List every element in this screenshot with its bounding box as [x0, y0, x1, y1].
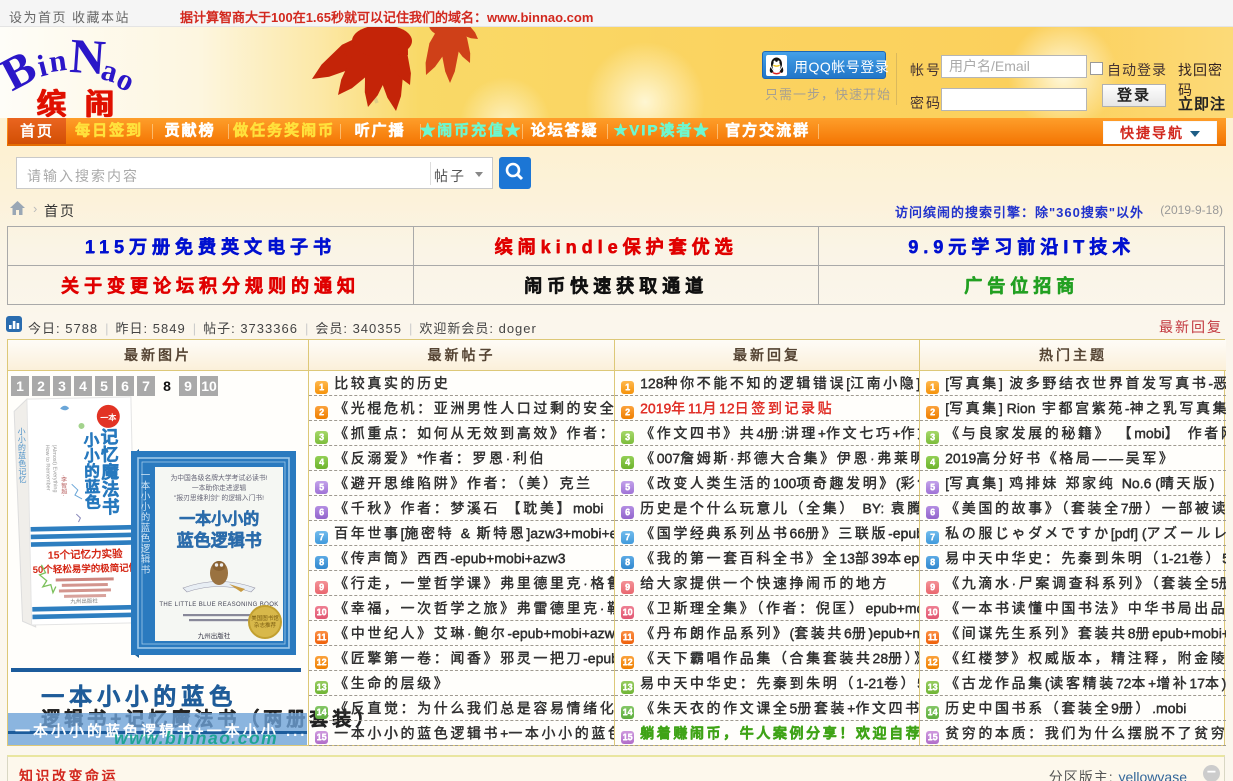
svg-text:一本小小的: 一本小小的 — [179, 509, 259, 528]
svg-text:蓝色逻辑书: 蓝色逻辑书 — [177, 530, 262, 550]
svg-text:美国图书馆: 美国图书馆 — [251, 614, 279, 622]
svg-text:九州出版社: 九州出版社 — [198, 631, 231, 640]
svg-text:一本小小的蓝色逻辑书: 一本小小的蓝色逻辑书 — [139, 470, 151, 575]
svg-text:记忆魔法书: 记忆魔法书 — [99, 427, 121, 516]
svg-text:杂志推荐: 杂志推荐 — [254, 621, 277, 629]
svg-text:为中国各级名牌大学考试必读书!: 为中国各级名牌大学考试必读书! — [170, 473, 267, 482]
svg-text:15个记忆力实验: 15个记忆力实验 — [48, 547, 123, 562]
svg-text:"报刃思维利剑" 的逻辑入门书!: "报刃思维利剑" 的逻辑入门书! — [174, 493, 264, 502]
svg-text:(Almost) Everything: (Almost) Everything — [51, 444, 58, 492]
svg-text:50个轻松易学的极简记忆: 50个轻松易学的极简记忆 — [33, 562, 139, 576]
svg-text:一本助你走进逻辑: 一本助你走进逻辑 — [192, 483, 247, 492]
svg-text:小小的蓝色记忆: 小小的蓝色记忆 — [17, 427, 27, 484]
svg-text:How to Remember: How to Remember — [44, 445, 51, 491]
svg-text:小小的蓝色: 小小的蓝色 — [81, 431, 100, 509]
svg-text:一本: 一本 — [100, 412, 116, 422]
